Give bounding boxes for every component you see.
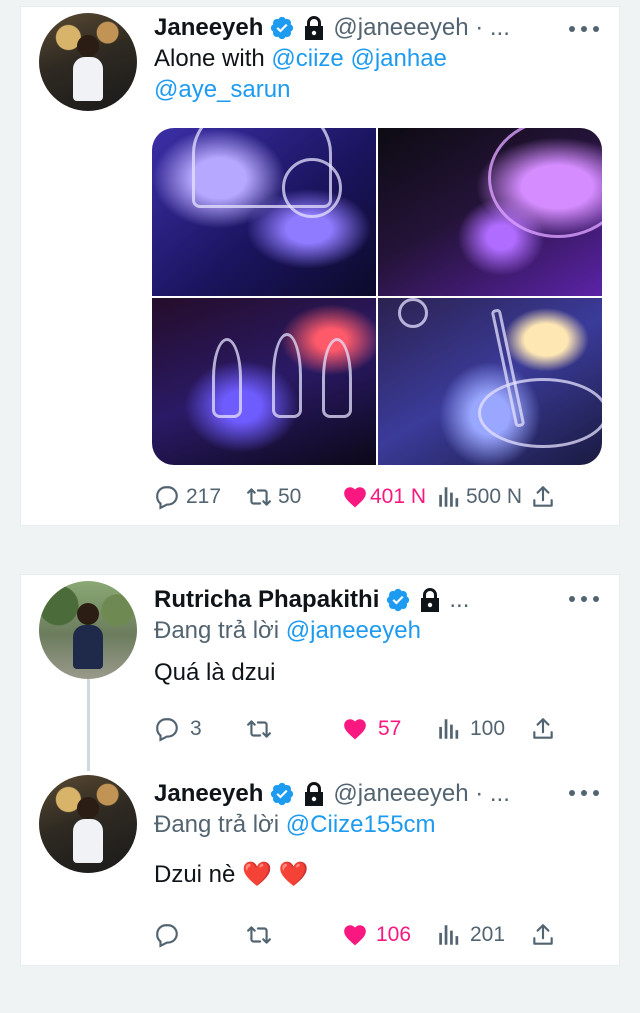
like-count: 401 N [370, 485, 427, 508]
lock-icon [303, 16, 325, 40]
retweet-icon [246, 922, 272, 948]
author-handle[interactable]: @janeeeyeh · ... [333, 780, 509, 808]
thread-card: Rutricha Phapakithi ... Đang trả lời @ja… [20, 574, 620, 966]
views-button[interactable]: 100 [436, 713, 505, 745]
like-count: 106 [376, 923, 412, 946]
mention-link[interactable]: @janhae [350, 45, 446, 72]
reply-count: 3 [190, 717, 202, 740]
more-icon[interactable] [569, 589, 599, 609]
like-count: 57 [378, 717, 402, 740]
tweet-header: Rutricha Phapakithi ... [154, 583, 469, 617]
tweet-text: Quá là dzui [154, 659, 276, 686]
author-handle[interactable]: @janeeeyeh · ... [333, 14, 509, 42]
views-button[interactable]: 201 [436, 919, 505, 951]
replying-label: Đang trả lời [154, 811, 286, 838]
views-count: 500 N [466, 485, 523, 508]
lock-icon [419, 588, 441, 612]
avatar-figure-body [73, 819, 103, 863]
avatar[interactable] [39, 775, 137, 873]
share-icon [530, 922, 556, 948]
author-handle[interactable]: ... [449, 586, 469, 614]
retweet-button[interactable] [246, 713, 278, 745]
mention-link[interactable]: @janeeeyeh [286, 617, 421, 644]
retweet-icon [246, 484, 272, 510]
like-button[interactable]: 57 [342, 713, 401, 745]
share-button[interactable] [530, 481, 556, 513]
views-button[interactable]: 500 N [436, 481, 522, 513]
like-icon [342, 716, 368, 742]
avatar-figure-body [73, 57, 103, 101]
like-icon [342, 484, 368, 510]
retweet-button[interactable] [246, 919, 278, 951]
action-bar: 3 57 100 [154, 713, 584, 745]
photo[interactable] [152, 128, 376, 296]
reply-button[interactable] [154, 919, 186, 951]
mention-link[interactable]: @ciize [271, 45, 343, 72]
action-bar: 217 50 401 N 500 N [154, 481, 584, 513]
photo[interactable] [378, 297, 602, 465]
more-icon[interactable] [569, 783, 599, 803]
share-icon [530, 484, 556, 510]
views-icon [436, 716, 462, 742]
replying-label: Đang trả lời [154, 617, 286, 644]
replying-to: Đang trả lời @Ciize155cm [154, 809, 436, 840]
avatar-figure-body [73, 625, 103, 669]
share-icon [530, 716, 556, 742]
author-name[interactable]: Rutricha Phapakithi [154, 586, 379, 614]
tweet-card[interactable]: Janeeyeh @janeeeyeh · ... Alone with @ci… [20, 6, 620, 526]
views-icon [436, 922, 462, 948]
retweet-button[interactable]: 50 [246, 481, 301, 513]
verified-badge-icon [385, 587, 411, 613]
views-count: 100 [470, 717, 506, 740]
media-grid [152, 128, 602, 465]
verified-badge-icon [269, 15, 295, 41]
retweet-count: 50 [278, 485, 302, 508]
verified-badge-icon [269, 781, 295, 807]
share-button[interactable] [530, 713, 556, 745]
lock-icon [303, 782, 325, 806]
reply-button[interactable]: 217 [154, 481, 221, 513]
avatar[interactable] [39, 13, 137, 111]
reply-icon [154, 484, 180, 510]
tweet-header: Janeeyeh @janeeeyeh · ... [154, 777, 510, 811]
reply-count: 217 [186, 485, 222, 508]
like-button[interactable]: 106 [342, 919, 411, 951]
views-count: 201 [470, 923, 506, 946]
author-name[interactable]: Janeeyeh [154, 14, 263, 42]
reply-button[interactable]: 3 [154, 713, 202, 745]
more-icon[interactable] [569, 19, 599, 39]
photo[interactable] [378, 128, 602, 296]
author-name[interactable]: Janeeyeh [154, 780, 263, 808]
tweet-text-prefix: Alone with [154, 45, 272, 72]
thread-connector [87, 679, 90, 771]
avatar-figure [77, 603, 99, 625]
replying-to: Đang trả lời @janeeeyeh [154, 615, 421, 646]
avatar-figure [77, 797, 99, 819]
tweet-text: Dzui nè ❤️ ❤️ [154, 861, 309, 888]
avatar[interactable] [39, 581, 137, 679]
photo[interactable] [152, 297, 376, 465]
views-icon [436, 484, 462, 510]
like-button[interactable]: 401 N [342, 481, 426, 513]
reply-icon [154, 716, 180, 742]
tweet-text: Alone with @ciize @janhae @aye_sarun [154, 43, 594, 105]
avatar-figure [77, 35, 99, 57]
action-bar: 106 201 [154, 919, 584, 951]
mention-link[interactable]: @aye_sarun [154, 76, 290, 103]
tweet-header: Janeeyeh @janeeeyeh · ... [154, 11, 510, 45]
retweet-icon [246, 716, 272, 742]
reply-icon [154, 922, 180, 948]
share-button[interactable] [530, 919, 556, 951]
mention-link[interactable]: @Ciize155cm [286, 811, 436, 838]
like-icon [342, 922, 368, 948]
